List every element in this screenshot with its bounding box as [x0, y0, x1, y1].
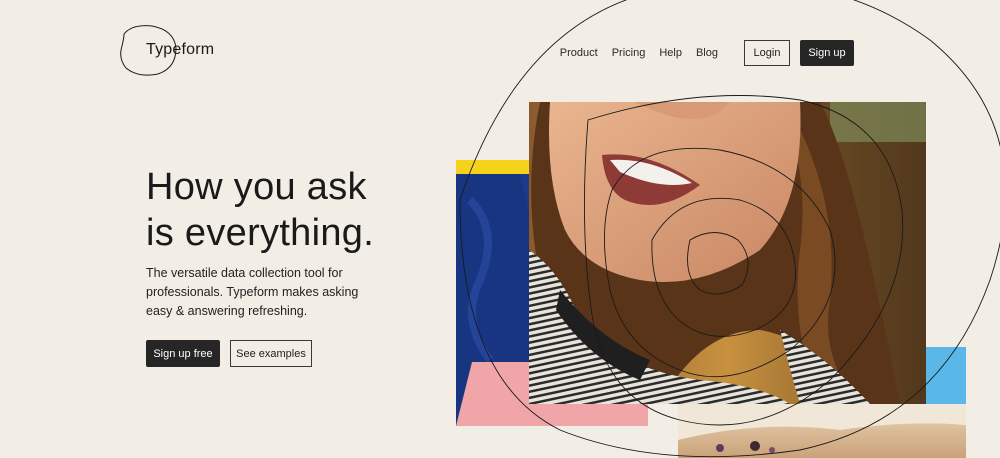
nav-link-blog[interactable]: Blog: [696, 47, 718, 59]
nav-link-help[interactable]: Help: [659, 47, 682, 59]
login-button[interactable]: Login: [744, 40, 790, 66]
hero-title: How you ask is everything.: [146, 166, 375, 254]
hero-subtitle: The versatile data collection tool for p…: [146, 266, 359, 318]
signup-free-button[interactable]: Sign up free: [146, 340, 220, 367]
hero-cta-group: Sign up free See examples: [146, 340, 312, 367]
see-examples-button[interactable]: See examples: [230, 340, 312, 367]
logo[interactable]: Typeform: [118, 22, 228, 78]
brand-name: Typeform: [146, 41, 215, 58]
top-nav: Product Pricing Help Blog Login Sign up: [560, 40, 854, 66]
desert-photo: [678, 404, 966, 458]
portrait-photo: [529, 102, 926, 404]
signup-button[interactable]: Sign up: [800, 40, 854, 66]
nav-link-pricing[interactable]: Pricing: [612, 47, 646, 59]
nav-link-product[interactable]: Product: [560, 47, 598, 59]
